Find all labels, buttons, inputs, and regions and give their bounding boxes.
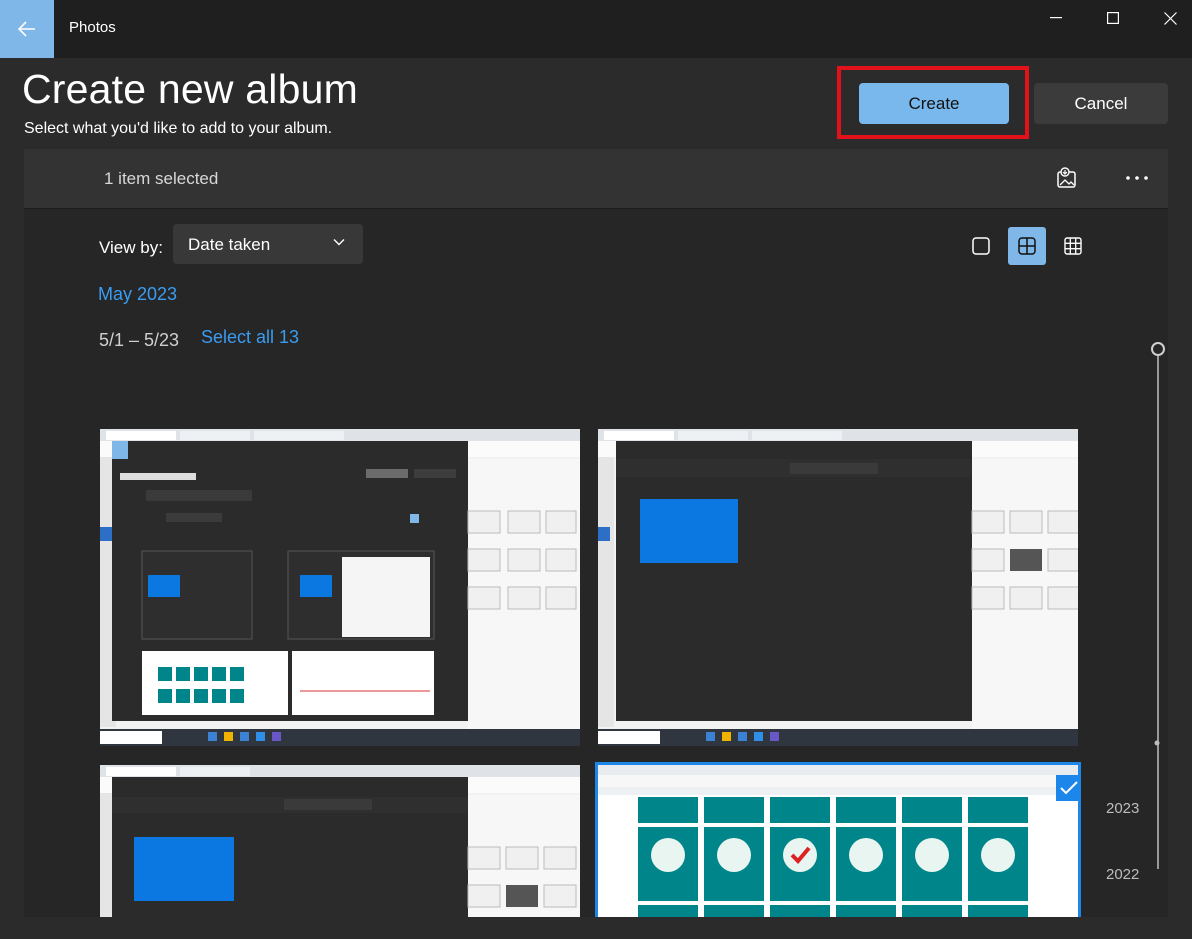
view-by-label: View by: [99,238,163,257]
date-range-label: 5/1 – 5/23 [99,330,180,350]
thumbnail-size-small-button[interactable] [1054,227,1092,265]
more-icon [1126,176,1148,180]
photo-thumbnail[interactable] [100,765,580,917]
highlight-annotation [837,66,1029,139]
large-thumbnail-icon [972,237,990,255]
chevron-down-icon [333,239,345,246]
screenshot-image [100,429,580,746]
timeline-year-2022[interactable]: 2022 [1106,866,1139,883]
command-bar: 1 item selected [24,149,1168,209]
thumbnail-size-medium-button[interactable] [1008,227,1046,265]
maximize-button[interactable] [1084,0,1142,36]
close-button[interactable] [1141,0,1192,36]
view-by-value: Date taken [188,235,271,254]
image-add-icon [1057,167,1076,188]
add-to-album-button[interactable] [1054,165,1080,191]
screenshot-image [598,765,1078,917]
photo-thumbnail[interactable] [100,429,580,746]
checkmark-icon [1060,781,1078,795]
more-options-button[interactable] [1124,165,1150,191]
timeline-year-2023[interactable]: 2023 [1106,800,1139,817]
small-thumbnail-icon [1064,237,1082,255]
page-subtitle: Select what you'd like to add to your al… [24,120,333,137]
close-icon [1163,11,1177,25]
cancel-button[interactable]: Cancel [1034,83,1168,124]
select-all-link[interactable]: Select all 13 [201,327,299,348]
page-title: Create new album [22,66,358,112]
timeline-track [1151,342,1165,869]
back-button[interactable] [0,0,54,58]
medium-thumbnail-icon [1018,237,1036,255]
screenshot-image [598,429,1078,746]
app-title: Photos [69,19,116,36]
photo-thumbnail[interactable] [598,429,1078,746]
selection-count: 1 item selected [104,169,219,188]
screenshot-image [100,765,580,917]
title-bar: Photos [0,0,1192,58]
timeline-scrubber[interactable] [1148,339,1168,879]
main-area: Create new album Select what you'd like … [0,58,1192,939]
thumbnail-size-large-button[interactable] [962,227,1000,265]
month-link[interactable]: May 2023 [98,284,177,305]
minimize-icon [1050,17,1062,19]
minimize-button[interactable] [1027,0,1085,36]
photo-thumbnail-selected[interactable] [598,765,1078,917]
view-by-dropdown[interactable]: Date taken [173,224,363,264]
selection-checkbox[interactable] [1056,775,1078,801]
maximize-icon [1107,12,1119,24]
back-arrow-icon [18,21,35,37]
gallery-panel: 1 item selected View by: Date taken May … [24,149,1168,917]
